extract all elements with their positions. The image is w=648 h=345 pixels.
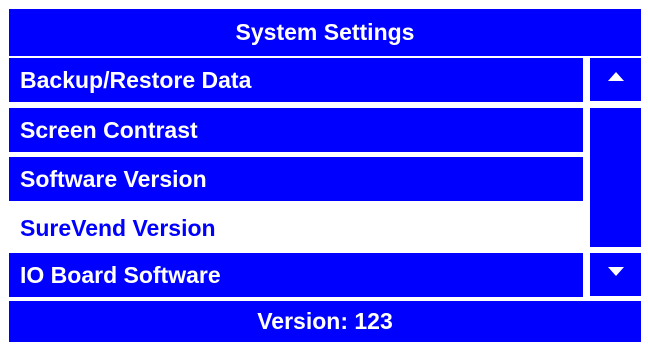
page-title: System Settings: [9, 9, 641, 56]
triangle-up-icon: [607, 72, 624, 81]
menu-item-backup-restore-data[interactable]: Backup/Restore Data: [9, 58, 583, 102]
scrollbar-track[interactable]: [590, 108, 641, 247]
scroll-down-button[interactable]: [590, 253, 641, 296]
version-status: Version: 123: [9, 301, 641, 342]
menu-item-software-version[interactable]: Software Version: [9, 157, 583, 201]
scroll-up-button[interactable]: [590, 58, 641, 101]
menu-item-screen-contrast[interactable]: Screen Contrast: [9, 108, 583, 152]
menu-item-surevend-version[interactable]: SureVend Version: [9, 206, 583, 250]
menu-item-io-board-software[interactable]: IO Board Software: [9, 253, 583, 297]
triangle-down-icon: [607, 267, 624, 276]
